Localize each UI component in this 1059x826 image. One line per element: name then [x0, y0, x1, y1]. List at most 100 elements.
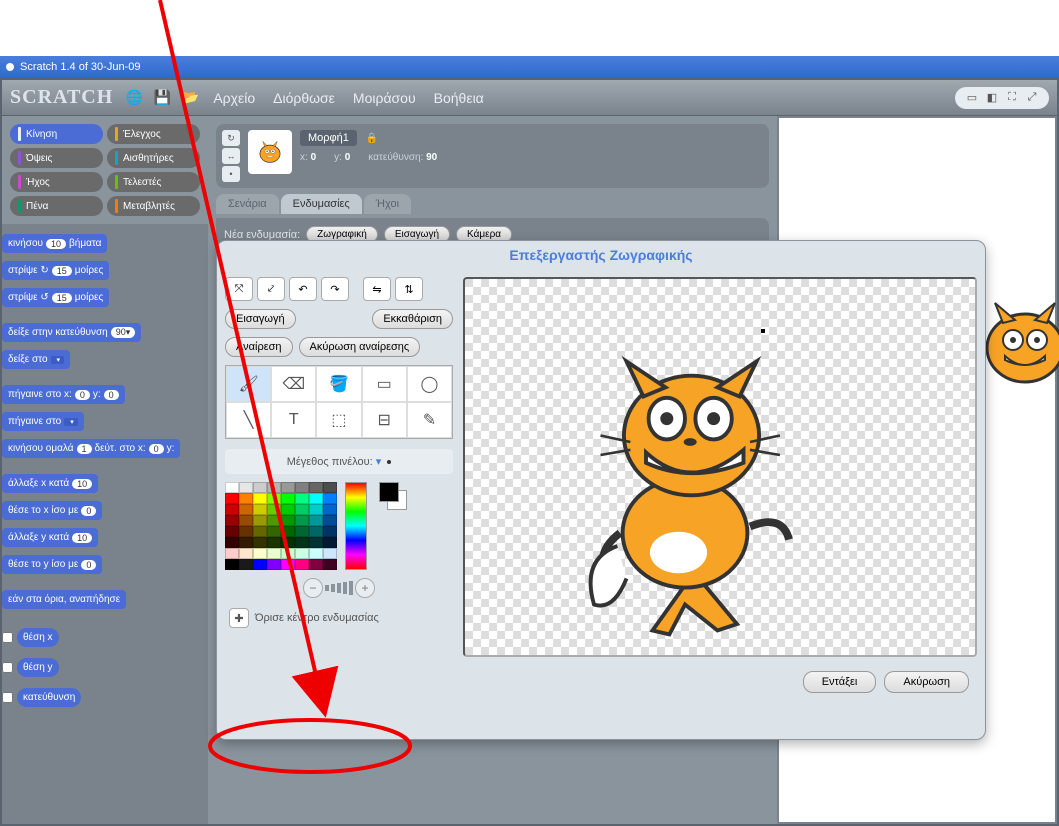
- menu-help[interactable]: Βοήθεια: [428, 90, 490, 106]
- color-swatch[interactable]: [281, 559, 295, 570]
- color-swatch[interactable]: [267, 482, 281, 493]
- color-swatch[interactable]: [239, 559, 253, 570]
- color-swatch[interactable]: [323, 493, 337, 504]
- mode-present-icon[interactable]: ⤢: [1023, 89, 1041, 107]
- color-swatch[interactable]: [295, 504, 309, 515]
- paint-import-button[interactable]: Εισαγωγή: [225, 309, 296, 329]
- block-point-dir[interactable]: δείξε στην κατεύθυνση90▾: [2, 323, 141, 342]
- color-swatch[interactable]: [281, 482, 295, 493]
- block-goto[interactable]: πήγαινε στο: [2, 412, 84, 431]
- color-swatch[interactable]: [267, 537, 281, 548]
- color-swatch[interactable]: [281, 548, 295, 559]
- menu-share[interactable]: Μοιράσου: [347, 90, 422, 106]
- reporter-ypos[interactable]: θέση y: [17, 658, 59, 677]
- globe-icon[interactable]: 🌐: [123, 87, 145, 109]
- redo-button[interactable]: Ακύρωση αναίρεσης: [299, 337, 421, 357]
- color-swatch[interactable]: [239, 548, 253, 559]
- color-swatch[interactable]: [295, 537, 309, 548]
- color-swatch[interactable]: [267, 548, 281, 559]
- category-motion[interactable]: Κίνηση: [10, 124, 103, 144]
- color-swatch[interactable]: [295, 559, 309, 570]
- color-swatch[interactable]: [295, 526, 309, 537]
- color-swatch[interactable]: [281, 537, 295, 548]
- color-swatch[interactable]: [295, 515, 309, 526]
- eraser-tool-icon[interactable]: ⌫: [271, 366, 316, 402]
- color-swatch[interactable]: [323, 537, 337, 548]
- reporter-xpos[interactable]: θέση x: [17, 628, 59, 647]
- block-turn-cw[interactable]: στρίψε ↻15μοίρες: [2, 261, 109, 280]
- cancel-button[interactable]: Ακύρωση: [884, 671, 969, 693]
- color-swatch[interactable]: [281, 526, 295, 537]
- open-icon[interactable]: 📂: [179, 87, 201, 109]
- color-swatch[interactable]: [323, 482, 337, 493]
- color-swatch[interactable]: [309, 548, 323, 559]
- color-swatch[interactable]: [309, 504, 323, 515]
- color-swatch[interactable]: [323, 504, 337, 515]
- color-swatch[interactable]: [253, 515, 267, 526]
- menu-file[interactable]: Αρχείο: [207, 90, 261, 106]
- block-change-y[interactable]: άλλαξε y κατά10: [2, 528, 98, 547]
- color-swatch[interactable]: [253, 493, 267, 504]
- eyedropper-tool-icon[interactable]: ✎: [407, 402, 452, 438]
- block-turn-ccw[interactable]: στρίψε ↺15μοίρες: [2, 288, 109, 307]
- color-swatch[interactable]: [309, 526, 323, 537]
- brush-size[interactable]: Μέγεθος πινέλου: ▾: [225, 449, 453, 474]
- select-tool-icon[interactable]: ⬚: [316, 402, 361, 438]
- flip-v-icon[interactable]: ⇅: [395, 277, 423, 301]
- block-set-x[interactable]: θέσε το x ίσο με0: [2, 501, 102, 520]
- category-pen[interactable]: Πένα: [10, 196, 103, 216]
- gradient-strip[interactable]: [345, 482, 367, 570]
- color-swatch[interactable]: [239, 537, 253, 548]
- color-swatch[interactable]: [323, 526, 337, 537]
- grow-icon[interactable]: ⤧: [225, 277, 253, 301]
- color-swatch[interactable]: [253, 537, 267, 548]
- color-swatch[interactable]: [253, 548, 267, 559]
- mode-full-icon[interactable]: ⛶: [1003, 89, 1021, 107]
- rect-tool-icon[interactable]: ▭: [362, 366, 407, 402]
- color-swatch[interactable]: [281, 504, 295, 515]
- color-swatch[interactable]: [295, 548, 309, 559]
- paint-canvas[interactable]: [463, 277, 977, 657]
- color-swatch[interactable]: [309, 482, 323, 493]
- tab-sounds[interactable]: Ήχοι: [364, 194, 411, 214]
- category-sound[interactable]: Ήχος: [10, 172, 103, 192]
- text-tool-icon[interactable]: T: [271, 402, 316, 438]
- color-swatch[interactable]: [295, 482, 309, 493]
- color-swatch[interactable]: [323, 548, 337, 559]
- color-swatch[interactable]: [253, 504, 267, 515]
- color-swatch[interactable]: [281, 493, 295, 504]
- color-swatch[interactable]: [267, 515, 281, 526]
- menu-edit[interactable]: Διόρθωσε: [267, 90, 341, 106]
- ellipse-tool-icon[interactable]: ◯: [407, 366, 452, 402]
- block-change-x[interactable]: άλλαξε x κατά10: [2, 474, 98, 493]
- dir-checkbox[interactable]: [2, 692, 13, 703]
- mode-normal-icon[interactable]: ◧: [983, 89, 1001, 107]
- color-palette[interactable]: [225, 482, 337, 570]
- color-swatch[interactable]: [239, 493, 253, 504]
- stamp-tool-icon[interactable]: ⊟: [362, 402, 407, 438]
- color-swatch[interactable]: [225, 493, 239, 504]
- color-swatch[interactable]: [253, 559, 267, 570]
- ok-button[interactable]: Εντάξει: [803, 671, 877, 693]
- category-variables[interactable]: Μεταβλητές: [107, 196, 200, 216]
- color-swatch[interactable]: [225, 504, 239, 515]
- color-swatch[interactable]: [225, 559, 239, 570]
- category-operators[interactable]: Τελεστές: [107, 172, 200, 192]
- block-goto-xy[interactable]: πήγαινε στο x:0y:0: [2, 385, 125, 404]
- tab-costumes[interactable]: Ενδυμασίες: [281, 194, 362, 214]
- undo-button[interactable]: Αναίρεση: [225, 337, 293, 357]
- tab-scripts[interactable]: Σενάρια: [216, 194, 279, 214]
- block-set-y[interactable]: θέσε το y ίσο με0: [2, 555, 102, 574]
- color-swatch[interactable]: [225, 515, 239, 526]
- ypos-checkbox[interactable]: [2, 662, 13, 673]
- block-point-to[interactable]: δείξε στο: [2, 350, 70, 369]
- block-move[interactable]: κινήσου10βήματα: [2, 234, 107, 253]
- color-swatch[interactable]: [323, 559, 337, 570]
- block-glide[interactable]: κινήσου ομαλά1δεύτ. στο x:0y:: [2, 439, 180, 458]
- zoom-in-icon[interactable]: +: [355, 578, 375, 598]
- color-swatch[interactable]: [281, 515, 295, 526]
- zoom-out-icon[interactable]: −: [303, 578, 323, 598]
- color-swatch[interactable]: [253, 482, 267, 493]
- fill-tool-icon[interactable]: 🪣: [316, 366, 361, 402]
- lock-icon[interactable]: 🔒: [366, 133, 378, 144]
